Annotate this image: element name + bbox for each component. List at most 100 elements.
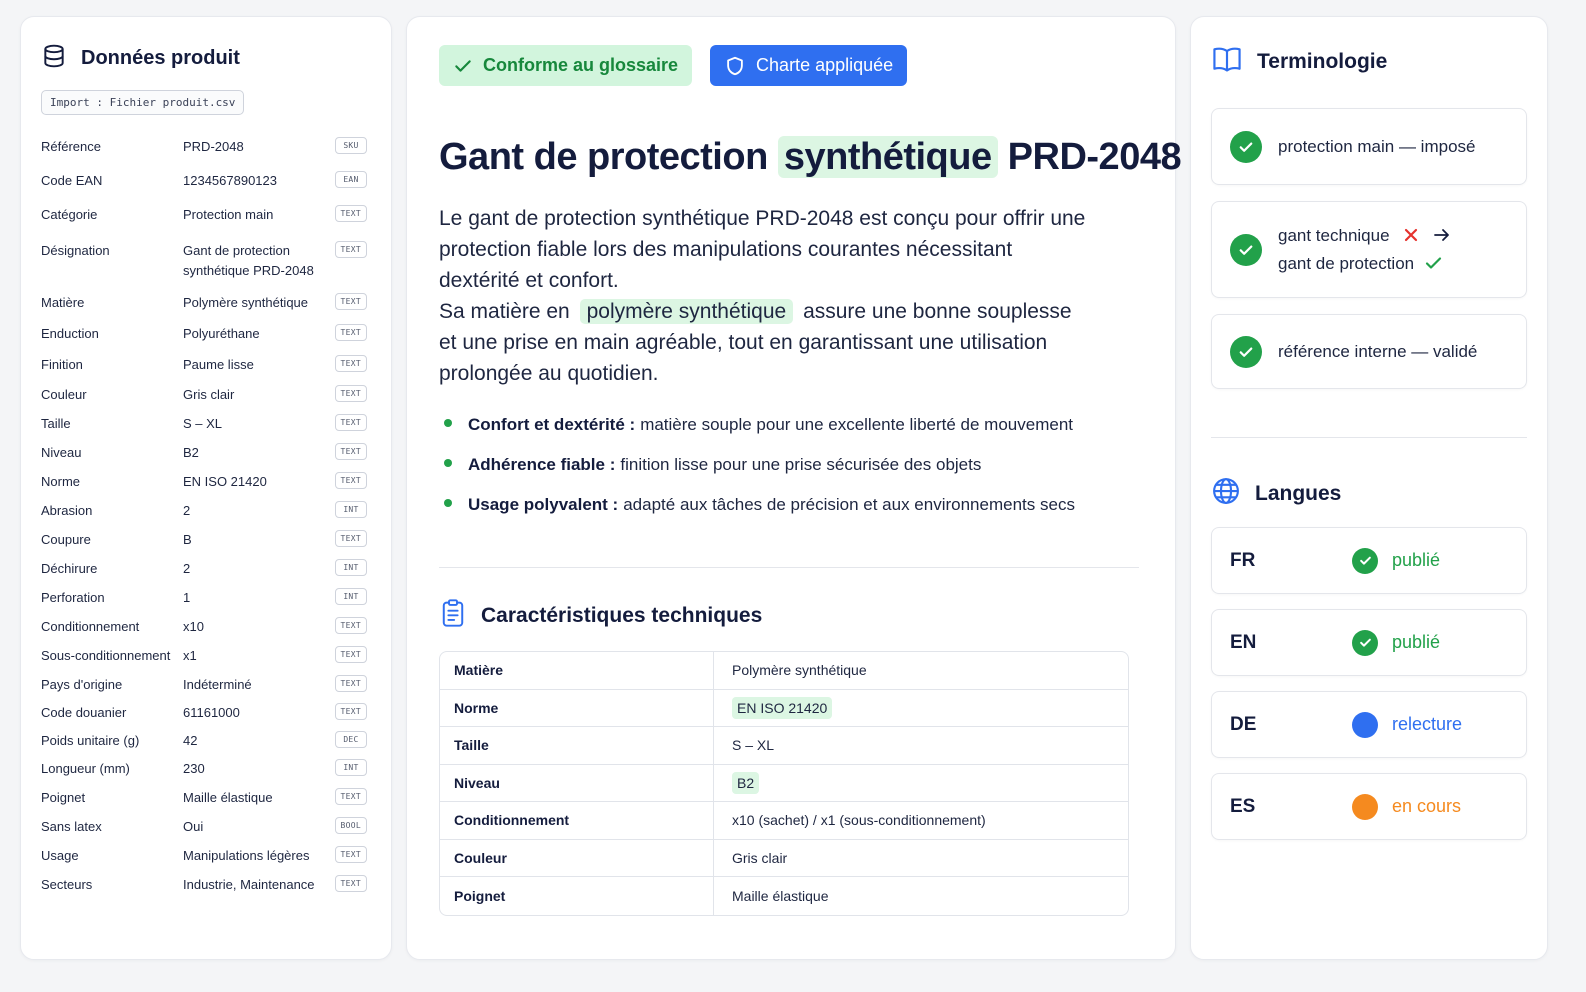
attribute-type-badge: TEXT [334, 675, 367, 692]
spec-value: x10 (sachet) / x1 (sous-conditionnement) [714, 802, 1128, 840]
language-item-es[interactable]: ES en cours [1211, 773, 1527, 840]
attribute-key: Usage [41, 848, 79, 863]
attribute-row: Pays d'origine Indéterminé TEXT [41, 675, 371, 703]
term-label: référence interne — validé [1278, 341, 1478, 361]
spec-key: Conditionnement [440, 802, 714, 840]
product-description: Le gant de protection synthétique PRD-20… [439, 207, 1086, 385]
attribute-row: Référence PRD-2048 SKU [41, 137, 371, 171]
attribute-row: Sous-conditionnement x1 TEXT [41, 646, 371, 675]
language-item-de[interactable]: DE relecture [1211, 691, 1527, 758]
attribute-type-badge: TEXT [334, 205, 367, 222]
check-icon [1352, 547, 1378, 574]
attribute-row: Poids unitaire (g) 42 DEC [41, 731, 371, 759]
language-item-en[interactable]: EN publié [1211, 609, 1527, 676]
product-data-title: Données produit [81, 47, 240, 69]
attribute-row: Poignet Maille élastique TEXT [41, 788, 371, 817]
attribute-value: 1234567890123 [183, 173, 277, 188]
attribute-key: Coupure [41, 532, 91, 547]
attribute-value: S – XL [183, 416, 223, 431]
attribute-type-badge: TEXT [334, 472, 367, 489]
attribute-row: Code EAN 1234567890123 EAN [41, 171, 371, 205]
languages-title: Langues [1255, 481, 1342, 505]
attribute-value: Polyuréthane [183, 326, 260, 341]
table-row: Niveau B2 [440, 764, 1128, 802]
attribute-key: Référence [41, 139, 101, 154]
attribute-value: Protection main [183, 207, 274, 222]
feature-item: Confort et dextérité : matière souple pou… [439, 415, 1143, 455]
attribute-key: Enduction [41, 326, 99, 341]
attribute-key: Abrasion [41, 503, 93, 518]
attribute-key: Secteurs [41, 877, 93, 892]
attribute-row: Enduction Polyuréthane TEXT [41, 324, 371, 355]
attribute-value: Polymère synthétique [183, 295, 309, 310]
attribute-key: Matière [41, 295, 85, 310]
attribute-list: Référence PRD-2048 SKU Code EAN 123456789012… [41, 137, 371, 904]
divider [439, 567, 1139, 568]
attribute-key: Taille [41, 416, 71, 431]
attribute-value: 2 [183, 561, 191, 576]
attribute-value: x1 [183, 648, 197, 663]
material-highlight: polymère synthétique [579, 299, 794, 324]
language-status: relecture [1392, 714, 1463, 734]
language-code: FR [1230, 549, 1256, 571]
glossary-compliance-badge[interactable]: Conforme au glossaire [439, 45, 693, 86]
term-item[interactable]: référence interne — validé [1211, 314, 1527, 389]
attribute-key: Code EAN [41, 173, 103, 188]
globe-icon [1211, 476, 1241, 511]
attribute-value: B [183, 532, 192, 547]
charter-applied-badge[interactable]: Charte appliquée [710, 45, 908, 86]
attribute-type-badge: BOOL [334, 817, 367, 834]
attribute-type-badge: TEXT [334, 443, 367, 460]
feature-list: Confort et dextérité : matière souple pou… [439, 415, 1143, 535]
attribute-value: Indéterminé [183, 677, 252, 692]
language-code: DE [1230, 713, 1257, 735]
attribute-value: Industrie, Maintenance [183, 877, 315, 892]
term-item[interactable]: gant technique gant de protection [1211, 201, 1527, 298]
attribute-type-badge: INT [335, 559, 367, 576]
attribute-row: Catégorie Protection main TEXT [41, 205, 371, 241]
term-item[interactable]: protection main — imposé [1211, 108, 1527, 185]
check-icon [1230, 233, 1262, 266]
attribute-type-badge: TEXT [334, 414, 367, 431]
shield-icon [727, 56, 743, 75]
import-file-chip[interactable]: Import : Fichier produit.csv [41, 90, 245, 115]
cross-icon [1405, 228, 1418, 241]
table-row: Matière Polymère synthétique [440, 652, 1128, 690]
attribute-value: 1 [183, 590, 191, 605]
spec-value: Polymère synthétique [714, 652, 1128, 690]
product-title: Gant de protection synthétique PRD-2048 [439, 136, 1182, 178]
attribute-key: Catégorie [41, 207, 98, 222]
attribute-row: Longueur (mm) 230 INT [41, 759, 371, 788]
language-status: publié [1392, 550, 1441, 570]
attribute-key: Pays d'origine [41, 677, 123, 692]
attribute-key: Sans latex [41, 819, 102, 834]
attribute-key: Niveau [41, 445, 82, 460]
attribute-key: Perforation [41, 590, 105, 605]
divider [1211, 437, 1527, 438]
languages-header: Langues [1211, 476, 1527, 511]
attribute-type-badge: EAN [335, 171, 367, 188]
attribute-value: Maille élastique [183, 790, 273, 805]
attribute-row: Coupure B TEXT [41, 530, 371, 559]
check-icon [1230, 335, 1262, 368]
table-row: Taille S – XL [440, 727, 1128, 765]
attribute-row: Norme EN ISO 21420 TEXT [41, 472, 371, 501]
language-code: ES [1230, 795, 1256, 817]
spec-value: EN ISO 21420 [714, 690, 1128, 727]
attribute-row: Désignation Gant de protection synthétiqu… [41, 241, 371, 293]
attribute-value: 42 [183, 733, 198, 748]
feature-item: Usage polyvalent : adapté aux tâches de p… [439, 495, 1143, 535]
attribute-key: Norme [41, 474, 81, 489]
attribute-row: Sans latex Oui BOOL [41, 817, 371, 846]
attribute-type-badge: TEXT [334, 530, 367, 547]
attribute-row: Usage Manipulations légères TEXT [41, 846, 371, 875]
attribute-key: Déchirure [41, 561, 98, 576]
spec-value: S – XL [714, 727, 1128, 765]
table-row: Couleur Gris clair [440, 839, 1128, 877]
check-icon [455, 59, 471, 72]
clipboard-icon [439, 598, 467, 633]
language-item-fr[interactable]: FR publié [1211, 527, 1527, 594]
sidebar-panel: Terminologie protection main — imposé ga… [1190, 16, 1548, 960]
product-content-panel: Conforme au glossaire Charte appliquée G… [406, 16, 1182, 960]
table-row: Norme EN ISO 21420 [440, 689, 1128, 727]
